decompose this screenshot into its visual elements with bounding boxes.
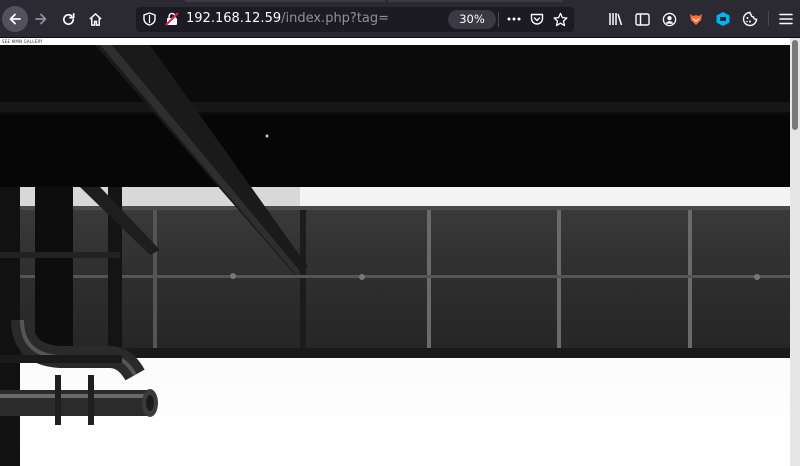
account-button[interactable] <box>659 9 679 29</box>
menu-icon <box>779 13 793 25</box>
forward-icon <box>35 13 47 25</box>
url-host: 192.168.12.59 <box>186 11 282 26</box>
sidebar-button[interactable] <box>632 9 652 29</box>
url-path: /index.php?tag= <box>281 11 390 26</box>
tab-strip-edge <box>185 0 385 2</box>
url-bar[interactable]: 192.168.12.59/index.php?tag= 30% <box>136 7 574 32</box>
pocket-icon[interactable] <box>529 11 545 27</box>
account-icon <box>662 12 676 26</box>
library-icon <box>609 13 623 26</box>
browser-toolbar: 192.168.12.59/index.php?tag= 30% <box>0 0 800 38</box>
reload-icon <box>62 12 74 25</box>
bookmark-star-icon[interactable] <box>552 11 568 27</box>
extension-fox-icon <box>690 14 702 25</box>
cookie-button[interactable] <box>740 9 760 29</box>
back-button[interactable] <box>2 6 28 32</box>
extension-fox-button[interactable] <box>686 9 706 29</box>
url-text[interactable]: 192.168.12.59/index.php?tag= <box>186 11 389 27</box>
shield-icon[interactable] <box>141 11 157 27</box>
page-label: SEE MMN GALLERY <box>2 39 43 44</box>
toolbar-divider <box>768 11 769 26</box>
back-icon <box>9 13 21 25</box>
sidebar-icon <box>634 12 650 26</box>
reload-button[interactable] <box>55 6 81 32</box>
scrollbar-thumb[interactable] <box>792 40 798 130</box>
page-actions-icon[interactable] <box>506 11 522 27</box>
forward-button[interactable] <box>28 6 54 32</box>
home-button[interactable] <box>82 6 108 32</box>
gallery-photo[interactable] <box>0 45 790 466</box>
menu-button[interactable] <box>776 9 796 29</box>
zoom-indicator[interactable]: 30% <box>448 10 496 29</box>
tab-strip-edge <box>388 0 563 2</box>
cookie-icon <box>742 11 758 27</box>
extension-cube-icon <box>716 12 730 26</box>
library-button[interactable] <box>606 9 626 29</box>
page-scrollbar[interactable] <box>790 38 800 466</box>
url-bar-divider <box>498 12 499 27</box>
home-icon <box>88 12 102 26</box>
extension-cube-button[interactable] <box>713 9 733 29</box>
page-content: SEE MMN GALLERY <box>0 38 800 466</box>
insecure-lock-icon[interactable] <box>164 11 180 27</box>
